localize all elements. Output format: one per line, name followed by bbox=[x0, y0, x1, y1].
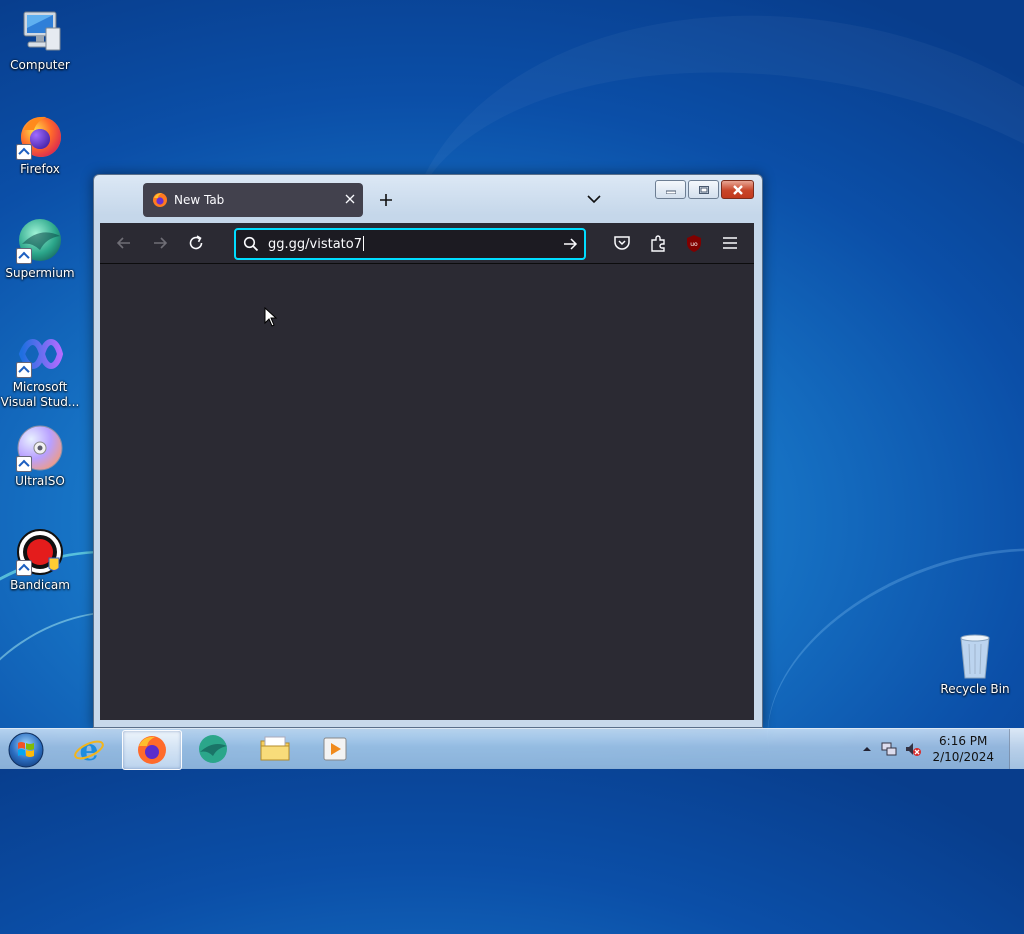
pocket-button[interactable] bbox=[612, 233, 632, 253]
firefox-icon bbox=[138, 736, 166, 764]
taskbar-firefox[interactable] bbox=[122, 730, 182, 770]
text-caret bbox=[362, 236, 364, 251]
supermium-icon bbox=[199, 735, 227, 763]
visual-studio-icon bbox=[16, 330, 64, 378]
desktop-icon-label: Supermium bbox=[5, 266, 75, 280]
volume-muted-icon[interactable] bbox=[904, 740, 922, 758]
computer-icon bbox=[16, 8, 64, 56]
desktop-icon-label: Recycle Bin bbox=[940, 682, 1010, 696]
close-tab-icon bbox=[345, 194, 355, 204]
back-button[interactable] bbox=[114, 233, 134, 253]
shortcut-arrow-icon bbox=[16, 456, 32, 472]
desktop-icon-label: Microsoft Visual Stud... bbox=[0, 380, 80, 409]
svg-text:uo: uo bbox=[690, 241, 698, 248]
shortcut-arrow-icon bbox=[16, 248, 32, 264]
url-bar[interactable]: gg.gg/vistato7 bbox=[234, 228, 586, 260]
arrow-left-icon bbox=[116, 237, 130, 249]
desktop-icon-ultraiso[interactable]: UltraISO bbox=[0, 424, 80, 489]
internet-explorer-icon: e bbox=[74, 733, 104, 765]
url-input[interactable]: gg.gg/vistato7 bbox=[268, 236, 364, 252]
search-icon bbox=[243, 236, 259, 252]
show-desktop-button[interactable] bbox=[1009, 729, 1024, 769]
media-player-icon bbox=[323, 737, 347, 761]
shortcut-arrow-icon bbox=[16, 560, 32, 576]
start-button[interactable] bbox=[4, 730, 46, 768]
page-content-area[interactable] bbox=[100, 264, 754, 720]
network-icon[interactable] bbox=[880, 740, 898, 758]
ublock-origin-button[interactable]: uo bbox=[684, 233, 704, 253]
taskbar-supermium[interactable] bbox=[184, 730, 242, 768]
shortcut-arrow-icon bbox=[16, 144, 32, 160]
list-all-tabs-button[interactable] bbox=[586, 191, 602, 207]
forward-button[interactable] bbox=[150, 233, 170, 253]
mouse-cursor-icon bbox=[264, 307, 278, 327]
firefox-tab-icon bbox=[153, 193, 167, 207]
start-orb-icon bbox=[8, 732, 44, 768]
clock-time: 6:16 PM bbox=[939, 734, 988, 748]
desktop-icon-label: Firefox bbox=[20, 162, 60, 176]
shortcut-arrow-icon bbox=[16, 362, 32, 378]
tab-strip: New Tab bbox=[100, 175, 754, 223]
reload-icon bbox=[189, 235, 203, 250]
desktop-icon-label: Bandicam bbox=[10, 578, 70, 592]
plus-icon bbox=[380, 194, 392, 206]
desktop-icon-bandicam[interactable]: Bandicam bbox=[0, 528, 80, 593]
show-hidden-icons-icon[interactable] bbox=[862, 744, 872, 754]
desktop-icon-label: UltraISO bbox=[15, 474, 65, 488]
desktop-icon-visual-studio[interactable]: Microsoft Visual Stud... bbox=[0, 330, 80, 410]
file-explorer-icon bbox=[260, 736, 290, 761]
arrow-right-icon bbox=[154, 237, 168, 249]
extensions-button[interactable] bbox=[648, 233, 668, 253]
tab-title: New Tab bbox=[174, 193, 225, 207]
desktop-icon-supermium[interactable]: Supermium bbox=[0, 216, 80, 281]
close-tab-button[interactable] bbox=[345, 192, 355, 208]
desktop-icon-computer[interactable]: Computer bbox=[0, 8, 80, 73]
bandicam-icon bbox=[16, 528, 64, 576]
navigation-toolbar: gg.gg/vistato7 uo bbox=[100, 223, 754, 264]
tab-new-tab[interactable]: New Tab bbox=[143, 183, 363, 217]
taskbar-internet-explorer[interactable]: e bbox=[60, 730, 118, 768]
puzzle-icon bbox=[651, 235, 665, 252]
browser-window[interactable]: New Tab gg.gg/vistato7 uo bbox=[93, 174, 763, 728]
desktop-icon-label: Computer bbox=[10, 58, 70, 72]
desktop-icon-recycle-bin[interactable]: Recycle Bin bbox=[935, 632, 1015, 697]
recycle-bin-icon bbox=[951, 632, 999, 680]
pocket-icon bbox=[614, 236, 630, 250]
taskbar-media-player[interactable] bbox=[306, 730, 364, 768]
new-tab-button[interactable] bbox=[375, 189, 397, 211]
ultraiso-icon bbox=[16, 424, 64, 472]
firefox-icon bbox=[16, 112, 64, 160]
supermium-icon bbox=[16, 216, 64, 264]
taskbar-file-explorer[interactable] bbox=[246, 730, 304, 768]
svg-text:e: e bbox=[79, 733, 98, 765]
taskbar: e 6:16 PM 2/10/2024 bbox=[0, 728, 1024, 770]
url-text: gg.gg/vistato7 bbox=[268, 237, 362, 252]
chevron-down-icon bbox=[587, 195, 601, 204]
go-arrow-icon[interactable] bbox=[562, 236, 578, 252]
system-tray: 6:16 PM 2/10/2024 bbox=[862, 729, 994, 769]
hamburger-menu-icon bbox=[723, 237, 737, 249]
clock[interactable]: 6:16 PM 2/10/2024 bbox=[932, 733, 994, 765]
application-menu-button[interactable] bbox=[720, 233, 740, 253]
ublock-origin-icon: uo bbox=[687, 235, 701, 252]
desktop-icon-firefox[interactable]: Firefox bbox=[0, 112, 80, 177]
clock-date: 2/10/2024 bbox=[932, 750, 994, 764]
reload-button[interactable] bbox=[186, 233, 206, 253]
